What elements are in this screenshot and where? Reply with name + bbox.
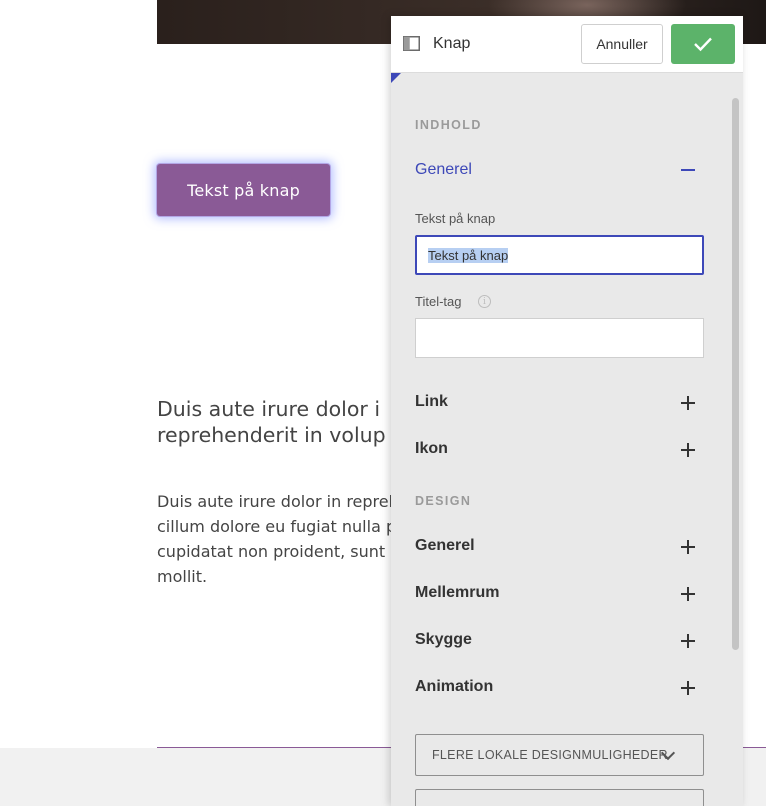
check-icon (694, 37, 712, 52)
expand-icon[interactable] (681, 540, 695, 554)
row-design-animation[interactable]: Animation (415, 678, 493, 696)
row-design-spacing[interactable]: Mellemrum (415, 584, 499, 602)
button-text-label: Tekst på knap (415, 211, 496, 226)
panel-title: Knap (433, 35, 471, 52)
section-label-design: DESIGN (415, 494, 472, 508)
expand-icon[interactable] (681, 443, 695, 457)
collapse-icon[interactable] (681, 163, 695, 177)
button-settings-panel: Knap Annuller INDHOLD Generel Tekst på k… (391, 16, 743, 806)
more-design-options-label: FLERE LOKALE DESIGNMULIGHEDER (432, 748, 668, 762)
expand-icon[interactable] (681, 396, 695, 410)
cancel-button[interactable]: Annuller (581, 24, 663, 64)
more-design-options-dropdown[interactable]: FLERE LOKALE DESIGNMULIGHEDER (415, 734, 704, 776)
button-text-input[interactable]: Tekst på knap (415, 235, 704, 275)
panel-scrollbar[interactable] (732, 96, 740, 806)
info-icon[interactable]: i (478, 295, 491, 308)
page-button-preview[interactable]: Tekst på knap (157, 164, 330, 216)
corner-marker (391, 73, 401, 83)
row-content-icon[interactable]: Ikon (415, 440, 448, 458)
row-design-general[interactable]: Generel (415, 537, 475, 555)
row-content-general[interactable]: Generel (415, 161, 472, 179)
expand-icon[interactable] (681, 634, 695, 648)
expand-icon[interactable] (681, 681, 695, 695)
row-design-shadow[interactable]: Skygge (415, 631, 472, 649)
button-text-value: Tekst på knap (428, 247, 509, 263)
panel-header: Knap Annuller (391, 16, 743, 73)
panel-layout-icon[interactable] (403, 36, 420, 51)
title-tag-label: Titel-tag (415, 294, 462, 309)
next-control[interactable] (415, 789, 704, 806)
scrollbar-thumb[interactable] (732, 98, 739, 650)
title-tag-input[interactable] (415, 318, 704, 358)
confirm-button[interactable] (671, 24, 735, 64)
expand-icon[interactable] (681, 587, 695, 601)
section-label-content: INDHOLD (415, 118, 482, 132)
row-content-link[interactable]: Link (415, 393, 448, 411)
